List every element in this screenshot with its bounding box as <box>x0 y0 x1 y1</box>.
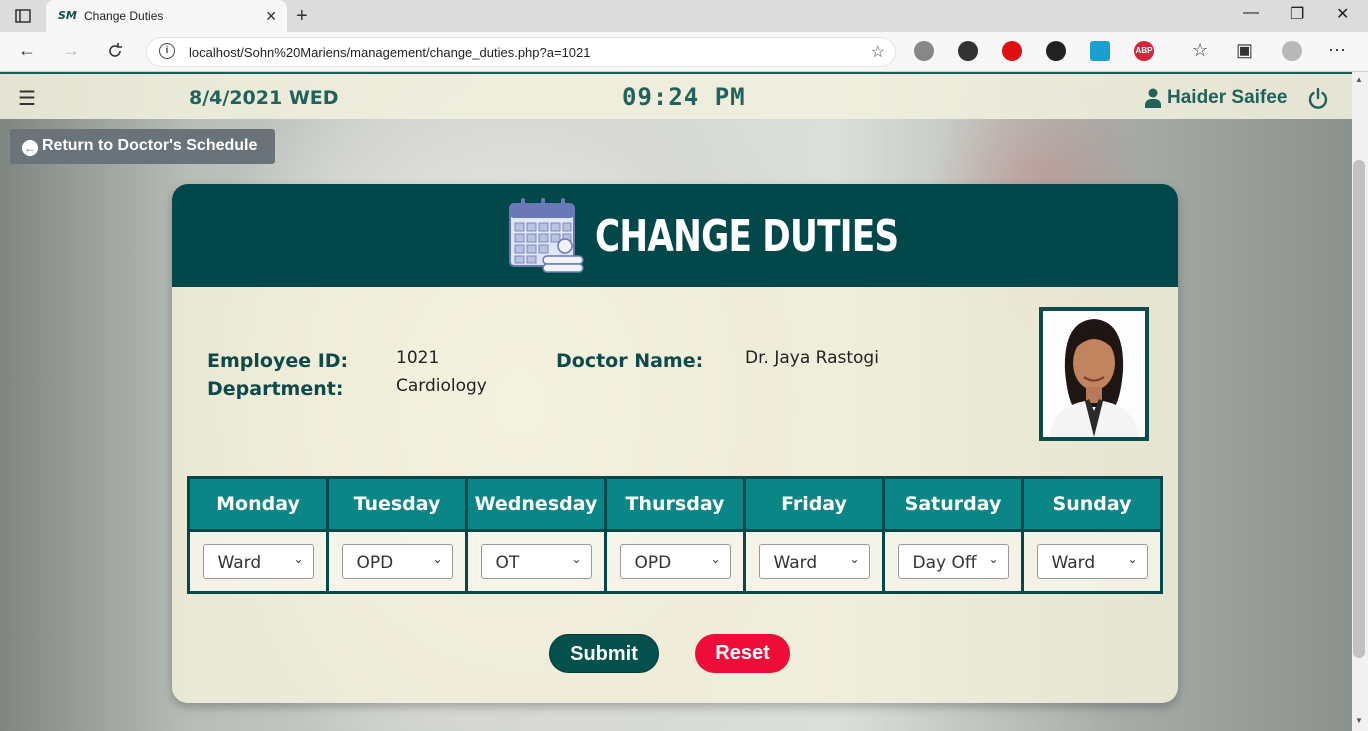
browser-tabstrip: SM Change Duties ✕ + — ❐ ✕ <box>0 0 1368 32</box>
duty-select-monday[interactable]: Ward ⌄ <box>202 544 314 579</box>
opera-extension-icon[interactable] <box>1002 41 1022 61</box>
duty-select-value: Day Off <box>912 553 977 573</box>
day-header-monday: Monday <box>187 476 329 532</box>
settings-more-icon[interactable]: ⋯ <box>1328 40 1346 61</box>
tab-actions-icon[interactable] <box>14 7 32 25</box>
close-window-button[interactable]: ✕ <box>1336 4 1349 24</box>
menu-icon[interactable]: ☰ <box>18 86 36 111</box>
duty-select-sunday[interactable]: Ward ⌄ <box>1036 544 1148 579</box>
submit-button[interactable]: Submit <box>549 634 659 673</box>
user-icon <box>1145 88 1161 108</box>
day-header-sunday: Sunday <box>1021 476 1163 532</box>
collections-icon[interactable]: ▣ <box>1236 40 1253 61</box>
arrow-left-circle-icon: ← <box>22 140 38 156</box>
add-favorite-icon[interactable]: ☆ <box>871 42 885 62</box>
duty-cell-saturday: Day Off ⌄ <box>882 529 1024 594</box>
media-extension-icon[interactable] <box>958 41 978 61</box>
browser-toolbar: ← → i localhost/Sohn%20Mariens/managemen… <box>0 32 1368 72</box>
duty-select-saturday[interactable]: Day Off ⌄ <box>897 544 1009 579</box>
change-duties-card: CHANGE DUTIES Employee ID: 1021 Departme… <box>172 184 1178 703</box>
duty-select-tuesday[interactable]: OPD ⌄ <box>341 544 453 579</box>
current-time: 09:24 PM <box>622 83 746 111</box>
site-info-icon[interactable]: i <box>159 43 175 59</box>
day-header-saturday: Saturday <box>882 476 1024 532</box>
back-arrow-icon[interactable]: ← <box>18 40 36 61</box>
current-date: 8/4/2021 WED <box>189 87 339 109</box>
doctor-portrait-image <box>1043 311 1145 437</box>
duty-select-value: Ward <box>217 553 262 573</box>
scroll-up-icon[interactable]: ▲ <box>1355 75 1363 84</box>
duty-select-value: OPD <box>634 553 672 573</box>
day-header-tuesday: Tuesday <box>326 476 468 532</box>
minimize-button[interactable]: — <box>1243 4 1259 22</box>
favorites-icon[interactable]: ☆ <box>1192 40 1208 61</box>
page-content: ☰ 8/4/2021 WED 09:24 PM Haider Saifee ← R… <box>0 72 1352 731</box>
chevron-down-icon: ⌄ <box>293 552 304 566</box>
duty-cell-wednesday: OT ⌄ <box>465 529 607 594</box>
site-favicon-icon: SM <box>58 9 77 22</box>
duty-select-friday[interactable]: Ward ⌄ <box>758 544 870 579</box>
app-topbar: ☰ 8/4/2021 WED 09:24 PM Haider Saifee <box>0 72 1352 119</box>
chevron-down-icon: ⌄ <box>710 552 721 566</box>
day-header-wednesday: Wednesday <box>465 476 607 532</box>
reset-button[interactable]: Reset <box>695 634 790 673</box>
duty-cell-friday: Ward ⌄ <box>743 529 885 594</box>
power-icon[interactable] <box>1307 87 1329 109</box>
translate-extension-icon[interactable] <box>1090 41 1110 61</box>
duties-table: Monday Tuesday Wednesday Thursday Friday… <box>187 476 1163 594</box>
chevron-down-icon: ⌄ <box>849 552 860 566</box>
duty-cell-sunday: Ward ⌄ <box>1021 529 1163 594</box>
tab-close-icon[interactable]: ✕ <box>265 8 277 25</box>
day-header-friday: Friday <box>743 476 885 532</box>
department-label: Department: <box>207 378 344 400</box>
employee-id-value: 1021 <box>396 348 440 368</box>
duty-cell-thursday: OPD ⌄ <box>604 529 746 594</box>
chevron-down-icon: ⌄ <box>432 552 443 566</box>
chevron-down-icon: ⌄ <box>988 552 999 566</box>
department-value: Cardiology <box>396 376 487 396</box>
address-bar[interactable]: i localhost/Sohn%20Mariens/management/ch… <box>146 37 896 67</box>
card-header: CHANGE DUTIES <box>172 184 1178 287</box>
scroll-down-icon[interactable]: ▼ <box>1355 716 1363 725</box>
chevron-down-icon: ⌄ <box>1127 552 1138 566</box>
duty-select-wednesday[interactable]: OT ⌄ <box>480 544 592 579</box>
forward-arrow-icon[interactable]: → <box>62 40 80 61</box>
user-name[interactable]: Haider Saifee <box>1167 87 1287 109</box>
day-header-thursday: Thursday <box>604 476 746 532</box>
duty-cell-monday: Ward ⌄ <box>187 529 329 594</box>
duties-header-row: Monday Tuesday Wednesday Thursday Friday… <box>187 476 1163 532</box>
duty-select-thursday[interactable]: OPD ⌄ <box>619 544 731 579</box>
tab-title: Change Duties <box>84 9 164 23</box>
return-button-label: Return to Doctor's Schedule <box>42 137 258 154</box>
doctor-name-label: Doctor Name: <box>556 350 704 372</box>
duty-select-value: OPD <box>356 553 394 573</box>
adblock-plus-icon[interactable]: ABP <box>1134 41 1154 61</box>
chevron-down-icon: ⌄ <box>571 552 582 566</box>
browser-tab-active[interactable]: SM Change Duties ✕ <box>46 0 287 32</box>
scrollbar-thumb[interactable] <box>1353 160 1365 658</box>
page-title: CHANGE DUTIES <box>595 211 899 262</box>
calendar-icon <box>509 198 584 273</box>
reload-icon[interactable] <box>106 42 124 60</box>
new-tab-button[interactable]: + <box>296 5 308 28</box>
duty-select-value: OT <box>495 553 520 573</box>
doctor-name-value: Dr. Jaya Rastogi <box>745 348 879 368</box>
return-to-schedule-button[interactable]: ← Return to Doctor's Schedule <box>10 129 275 164</box>
doctor-photo <box>1039 307 1149 441</box>
sync-extension-icon[interactable] <box>1046 41 1066 61</box>
read-aloud-icon[interactable] <box>914 41 934 61</box>
duty-select-value: Ward <box>773 553 818 573</box>
duty-cell-tuesday: OPD ⌄ <box>326 529 468 594</box>
duties-select-row: Ward ⌄ OPD ⌄ OT ⌄ OPD ⌄ Ward ⌄ Day Off ⌄ Ward ⌄ <box>187 529 1163 594</box>
profile-avatar[interactable] <box>1282 41 1302 61</box>
address-url[interactable]: localhost/Sohn%20Mariens/management/chan… <box>189 45 590 60</box>
restore-button[interactable]: ❐ <box>1290 4 1304 24</box>
employee-id-label: Employee ID: <box>207 350 349 372</box>
duty-select-value: Ward <box>1051 553 1096 573</box>
